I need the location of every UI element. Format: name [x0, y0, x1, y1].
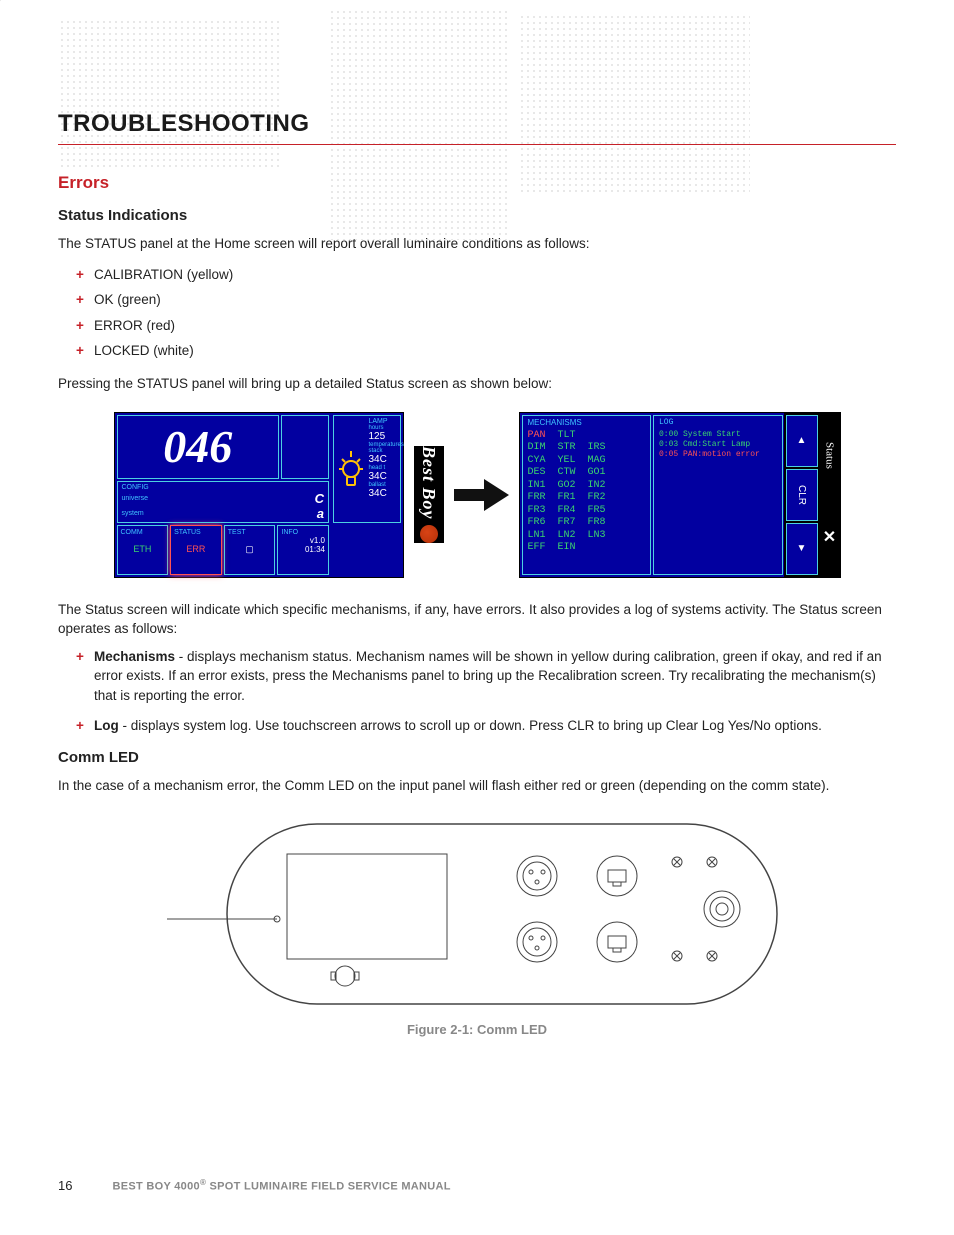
para-status-desc: The Status screen will indicate which sp…	[58, 600, 896, 639]
config-panel: CONFIG universe C system a	[117, 481, 330, 523]
mechanism-item: EIN	[558, 542, 588, 555]
para-press-status: Pressing the STATUS panel will bring up …	[58, 374, 896, 394]
footer-title: BEST BOY 4000® SPOT LUMINAIRE FIELD SERV…	[112, 1178, 450, 1193]
info-label: INFO	[281, 529, 325, 536]
figure-caption: Figure 2-1: Comm LED	[58, 1022, 896, 1037]
status-label: STATUS	[174, 529, 218, 536]
mechanism-item: GO1	[588, 467, 618, 480]
mechanism-item: PAN	[528, 430, 558, 443]
mechanism-item: FR4	[558, 505, 588, 518]
mechanism-item: LN2	[558, 530, 588, 543]
address-value: 046	[163, 424, 232, 470]
mechanism-item: FR6	[528, 517, 558, 530]
operation-item: Mechanisms - displays mechanism status. …	[76, 647, 896, 706]
mechanism-item: YEL	[558, 455, 588, 468]
system-label: system	[122, 510, 144, 517]
test-panel: TEST ▢	[224, 525, 276, 575]
mechanism-item: IN2	[588, 480, 618, 493]
brand-strip: Best Boy	[414, 446, 444, 544]
info-clock: 01:34	[281, 545, 325, 554]
status-indication-item: LOCKED (white)	[76, 338, 896, 364]
mechanism-item: CTW	[558, 467, 588, 480]
arrow-icon	[454, 477, 509, 513]
comm-value: ETH	[121, 544, 165, 554]
log-line: 0:03 Cmd:Start Lamp	[659, 440, 777, 450]
lamp-temp-1: 34C	[369, 454, 399, 465]
status-operation-list: Mechanisms - displays mechanism status. …	[58, 647, 896, 735]
mechanism-item: FRR	[528, 492, 558, 505]
mechanisms-label: MECHANISMS	[528, 418, 646, 427]
log-line: 0:05 PAN:motion error	[659, 450, 777, 460]
status-indications-list: CALIBRATION (yellow)OK (green)ERROR (red…	[58, 262, 896, 365]
para-comm-led: In the case of a mechanism error, the Co…	[58, 776, 896, 796]
status-value: ERR	[174, 544, 218, 554]
mechanism-item: TLT	[558, 430, 588, 443]
mechanism-item: CYA	[528, 455, 558, 468]
info-version: v1.0	[281, 536, 325, 545]
mechanism-item: IN1	[528, 480, 558, 493]
comm-label: COMM	[121, 529, 165, 536]
status-indication-item: OK (green)	[76, 287, 896, 313]
config-label: CONFIG	[122, 484, 325, 491]
mechanism-item: FR8	[588, 517, 618, 530]
mechanism-item: GO2	[558, 480, 588, 493]
status-side-label: Status ✕	[820, 413, 840, 577]
lamp-temp-2: 34C	[369, 471, 399, 482]
lamp-icon	[335, 447, 367, 491]
section-errors: Errors	[58, 173, 896, 193]
status-side-text: Status	[824, 442, 836, 469]
log-line: 0:00 System Start	[659, 430, 777, 440]
subsection-comm-led: Comm LED	[58, 749, 896, 766]
brand-text: Best Boy	[418, 446, 439, 520]
page-footer: 16 BEST BOY 4000® SPOT LUMINAIRE FIELD S…	[58, 1178, 896, 1193]
lamp-label: LAMP	[369, 418, 399, 425]
operation-item: Log - displays system log. Use touchscre…	[76, 716, 896, 736]
mechanism-item: STR	[558, 442, 588, 455]
mechanism-item: MAG	[588, 455, 618, 468]
mechanism-item: FR5	[588, 505, 618, 518]
universe-value: C	[315, 491, 324, 506]
log-panel: LOG 0:00 System Start0:03 Cmd:Start Lamp…	[653, 415, 783, 575]
test-label: TEST	[228, 529, 272, 536]
mechanism-item: FR3	[528, 505, 558, 518]
mechanism-item: LN1	[528, 530, 558, 543]
close-icon[interactable]: ✕	[823, 527, 836, 547]
status-indication-item: CALIBRATION (yellow)	[76, 262, 896, 288]
comm-led-figure	[58, 814, 896, 1014]
mechanism-item: LN3	[588, 530, 618, 543]
log-label: LOG	[659, 418, 777, 427]
address-panel: 046	[117, 415, 280, 479]
status-panel[interactable]: STATUS ERR	[170, 525, 222, 575]
mechanism-item: FR7	[558, 517, 588, 530]
lamp-hours-value: 125	[369, 431, 399, 442]
clr-button[interactable]: CLR	[786, 469, 818, 521]
mechanisms-panel[interactable]: MECHANISMS PANTLTDIMSTRIRS CYAYELMAG DESCT…	[522, 415, 652, 575]
mechanism-item: DES	[528, 467, 558, 480]
status-indication-item: ERROR (red)	[76, 313, 896, 339]
lamp-panel: LAMP hours 125 temperatures stack 34C he…	[333, 415, 401, 523]
lamp-temp-label: temperatures stack	[369, 442, 399, 454]
page-title: TROUBLESHOOTING	[58, 110, 896, 145]
comm-panel: COMM ETH	[117, 525, 169, 575]
para-status-intro: The STATUS panel at the Home screen will…	[58, 234, 896, 254]
mechanism-item: FR1	[558, 492, 588, 505]
prg-logo-icon	[420, 525, 438, 543]
scroll-up-button[interactable]: ▲	[786, 415, 818, 467]
page-number: 16	[58, 1178, 72, 1193]
home-screen: 046 CONFIG universe C system a COMM ETH ST…	[114, 412, 404, 578]
status-side-buttons: ▲ CLR ▼	[784, 413, 820, 577]
status-screen: MECHANISMS PANTLTDIMSTRIRS CYAYELMAG DESCT…	[519, 412, 841, 578]
universe-label: universe	[122, 495, 148, 502]
info-panel: INFO v1.0 01:34	[277, 525, 329, 575]
address-aux-panel	[281, 415, 329, 479]
mechanism-item: EFF	[528, 542, 558, 555]
system-value: a	[317, 506, 324, 521]
mechanism-item: FR2	[588, 492, 618, 505]
mechanism-item: IRS	[588, 442, 618, 455]
subsection-status-indications: Status Indications	[58, 207, 896, 224]
mechanism-item: DIM	[528, 442, 558, 455]
scroll-down-button[interactable]: ▼	[786, 523, 818, 575]
lamp-temp-3: 34C	[369, 488, 399, 499]
